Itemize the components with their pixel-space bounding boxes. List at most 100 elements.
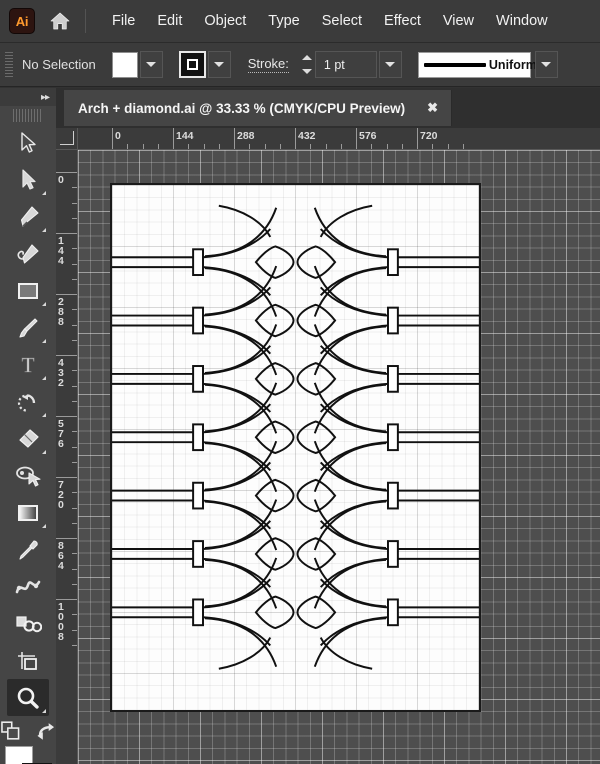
tool-flyout-indicator-icon[interactable] <box>42 302 46 306</box>
horizontal-ruler[interactable]: 0 144 288 432 576 720 <box>78 128 600 150</box>
rectangle-tool[interactable] <box>7 272 49 309</box>
stroke-width-dropdown-button[interactable] <box>378 51 402 78</box>
tool-flyout-indicator-icon[interactable] <box>42 228 46 232</box>
eraser-tool[interactable] <box>7 420 49 457</box>
chevron-down-icon <box>214 62 225 67</box>
close-x-icon[interactable]: ✖ <box>427 100 438 116</box>
document-tab-bar: Arch + diamond.ai @ 33.33 % (CMYK/CPU Pr… <box>56 88 600 128</box>
menu-item-object[interactable]: Object <box>193 9 257 33</box>
ruler-minor-tick <box>447 144 449 149</box>
ruler-major-tick <box>56 172 77 173</box>
tool-flyout-indicator-icon[interactable] <box>42 339 46 343</box>
ruler-minor-tick <box>72 492 77 494</box>
menu-item-window[interactable]: Window <box>485 9 559 33</box>
curvature-tool[interactable] <box>7 235 49 272</box>
tools-panel-header[interactable]: ▸▸ <box>0 88 56 106</box>
ruler-minor-tick <box>371 144 373 149</box>
rotate-tool[interactable] <box>7 383 49 420</box>
canvas-area[interactable] <box>78 150 600 764</box>
ruler-minor-tick <box>462 144 464 149</box>
ruler-label: 576 <box>359 130 377 142</box>
swap-fill-stroke-icon[interactable] <box>35 720 57 742</box>
ruler-minor-tick <box>72 202 77 204</box>
stroke-panel-link[interactable]: Stroke: <box>247 56 289 73</box>
ruler-minor-tick <box>72 568 77 570</box>
control-bar-grip[interactable] <box>5 51 13 78</box>
type-tool[interactable]: T <box>7 346 49 383</box>
ruler-minor-tick <box>72 446 77 448</box>
fill-color-box[interactable] <box>5 746 33 764</box>
fill-color-swatch[interactable] <box>111 51 138 78</box>
ruler-minor-tick <box>72 263 77 265</box>
ruler-minor-tick <box>72 324 77 326</box>
ruler-minor-tick <box>432 144 434 149</box>
tool-flyout-indicator-icon[interactable] <box>42 450 46 454</box>
ruler-label: 288 <box>237 130 255 142</box>
stroke-width-stepper[interactable] <box>298 51 315 78</box>
document-tab[interactable]: Arch + diamond.ai @ 33.33 % (CMYK/CPU Pr… <box>64 90 453 126</box>
ruler-minor-tick <box>72 278 77 280</box>
stroke-profile-dropdown-button[interactable] <box>534 51 558 78</box>
home-icon[interactable] <box>45 6 75 36</box>
ruler-minor-tick <box>249 144 251 149</box>
scale-tool[interactable] <box>7 457 49 494</box>
ruler-label: 5 7 6 <box>58 418 64 450</box>
artwork-arch-diamond-pattern[interactable] <box>112 185 479 708</box>
app-logo-icon[interactable]: Ai <box>9 8 35 34</box>
ruler-label: 144 <box>176 130 194 142</box>
ruler-minor-tick <box>72 187 77 189</box>
tool-flyout-indicator-icon[interactable] <box>42 413 46 417</box>
menu-item-select[interactable]: Select <box>311 9 373 33</box>
menu-item-edit[interactable]: Edit <box>146 9 193 33</box>
artboard[interactable] <box>110 183 481 712</box>
ruler-minor-tick <box>203 144 205 149</box>
double-chevron-right-icon[interactable]: ▸▸ <box>41 92 50 103</box>
stroke-dropdown-button[interactable] <box>207 51 231 78</box>
tool-flyout-indicator-icon[interactable] <box>42 524 46 528</box>
menu-item-file[interactable]: File <box>101 9 146 33</box>
menu-item-view[interactable]: View <box>432 9 485 33</box>
ruler-minor-tick <box>72 507 77 509</box>
stepper-down-icon[interactable] <box>301 68 312 74</box>
zoom-tool[interactable] <box>7 679 49 716</box>
default-colors-icon[interactable] <box>0 720 22 742</box>
ruler-minor-tick <box>72 644 77 646</box>
fill-dropdown-button[interactable] <box>139 51 163 78</box>
ruler-minor-tick <box>127 144 129 149</box>
chevron-down-icon <box>385 62 396 67</box>
ruler-label: 8 6 4 <box>58 540 64 572</box>
menu-item-effect[interactable]: Effect <box>373 9 432 33</box>
ruler-minor-tick <box>72 614 77 616</box>
shape-builder-tool[interactable] <box>7 605 49 642</box>
chevron-down-icon <box>146 62 157 67</box>
ruler-minor-tick <box>72 385 77 387</box>
tool-flyout-indicator-icon[interactable] <box>42 376 46 380</box>
tool-flyout-indicator-icon[interactable] <box>42 709 46 713</box>
ruler-label: 432 <box>298 130 316 142</box>
tools-panel-grip[interactable] <box>13 109 43 122</box>
direct-selection-tool[interactable] <box>7 161 49 198</box>
illustrator-window: Ai File Edit Object Type Select Effect V… <box>0 0 600 764</box>
eyedropper-tool[interactable] <box>7 531 49 568</box>
tool-flyout-indicator-icon[interactable] <box>42 191 46 195</box>
selection-tool[interactable] <box>7 124 49 161</box>
paintbrush-tool[interactable] <box>7 309 49 346</box>
fill-swatch-group <box>111 51 163 78</box>
ruler-label: 1 0 0 8 <box>58 601 64 643</box>
ruler-origin-icon[interactable] <box>56 128 78 150</box>
blend-tool[interactable] <box>7 568 49 605</box>
stroke-profile-select[interactable]: Uniform <box>417 51 537 78</box>
stroke-color-swatch[interactable] <box>178 51 206 78</box>
vertical-ruler[interactable]: 0 1 4 4 2 8 8 4 3 2 5 7 6 7 2 0 8 6 4 1 0 0 8 <box>56 150 78 764</box>
ruler-minor-tick <box>401 144 403 149</box>
svg-text:T: T <box>22 353 35 377</box>
gradient-tool[interactable] <box>7 494 49 531</box>
menu-item-type[interactable]: Type <box>257 9 310 33</box>
menu-divider <box>85 9 86 33</box>
stepper-up-icon[interactable] <box>301 55 312 61</box>
ruler-minor-tick <box>218 144 220 149</box>
pen-tool[interactable] <box>7 198 49 235</box>
stroke-width-input[interactable]: 1 pt <box>314 51 377 78</box>
artboard-tool[interactable] <box>7 642 49 679</box>
ruler-label: 4 3 2 <box>58 357 64 389</box>
